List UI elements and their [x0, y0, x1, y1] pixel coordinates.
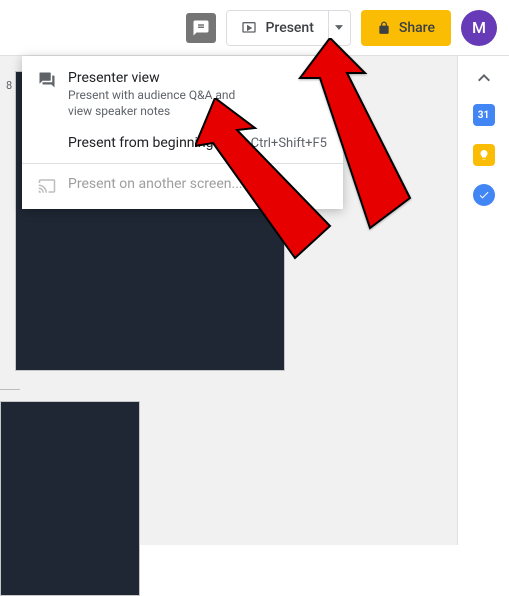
menu-text: Present on another screen... [68, 176, 327, 192]
presenter-view-icon [38, 71, 56, 89]
top-toolbar: Present Share M [0, 0, 509, 56]
comment-icon [192, 19, 210, 37]
lock-icon [377, 21, 391, 35]
menu-shortcut: Ctrl+Shift+F5 [251, 136, 327, 151]
calendar-app-icon[interactable]: 31 [473, 104, 495, 126]
menu-label: Present from beginning [68, 135, 239, 151]
menu-label: Presenter view [68, 70, 327, 86]
present-label: Present [265, 20, 313, 36]
slide-thumbnail[interactable] [0, 401, 140, 596]
menu-divider [22, 163, 343, 164]
collapse-panel-button[interactable] [478, 70, 490, 86]
menu-label: Present on another screen... [68, 176, 327, 192]
menu-present-another-screen[interactable]: Present on another screen... [22, 168, 343, 203]
tasks-app-icon[interactable] [473, 184, 495, 206]
present-dropdown-button[interactable] [328, 11, 350, 45]
slide-number: 8 [6, 79, 12, 92]
menu-subtitle: Present with audience Q&A and view speak… [68, 88, 248, 119]
lightbulb-icon [478, 149, 490, 161]
cast-icon [38, 177, 56, 195]
presentation-options-menu: Presenter view Present with audience Q&A… [22, 56, 343, 209]
menu-text: Present from beginning [68, 135, 239, 151]
present-icon [241, 20, 257, 36]
comments-button[interactable] [186, 13, 216, 43]
right-side-panel: 31 [457, 56, 509, 545]
share-button[interactable]: Share [361, 10, 451, 46]
avatar[interactable]: M [461, 10, 497, 46]
chevron-up-icon [478, 74, 490, 82]
present-group: Present [226, 10, 350, 46]
calendar-day-number: 31 [478, 110, 489, 121]
present-button[interactable]: Present [227, 11, 327, 45]
menu-text: Presenter view Present with audience Q&A… [68, 70, 327, 119]
menu-present-from-beginning[interactable]: Present from beginning Ctrl+Shift+F5 [22, 127, 343, 159]
thumbnail-divider [0, 389, 20, 390]
chevron-down-icon [335, 25, 343, 30]
avatar-letter: M [472, 18, 486, 37]
check-icon [478, 189, 490, 201]
keep-app-icon[interactable] [473, 144, 495, 166]
share-label: Share [399, 20, 435, 36]
menu-presenter-view[interactable]: Presenter view Present with audience Q&A… [22, 62, 343, 127]
